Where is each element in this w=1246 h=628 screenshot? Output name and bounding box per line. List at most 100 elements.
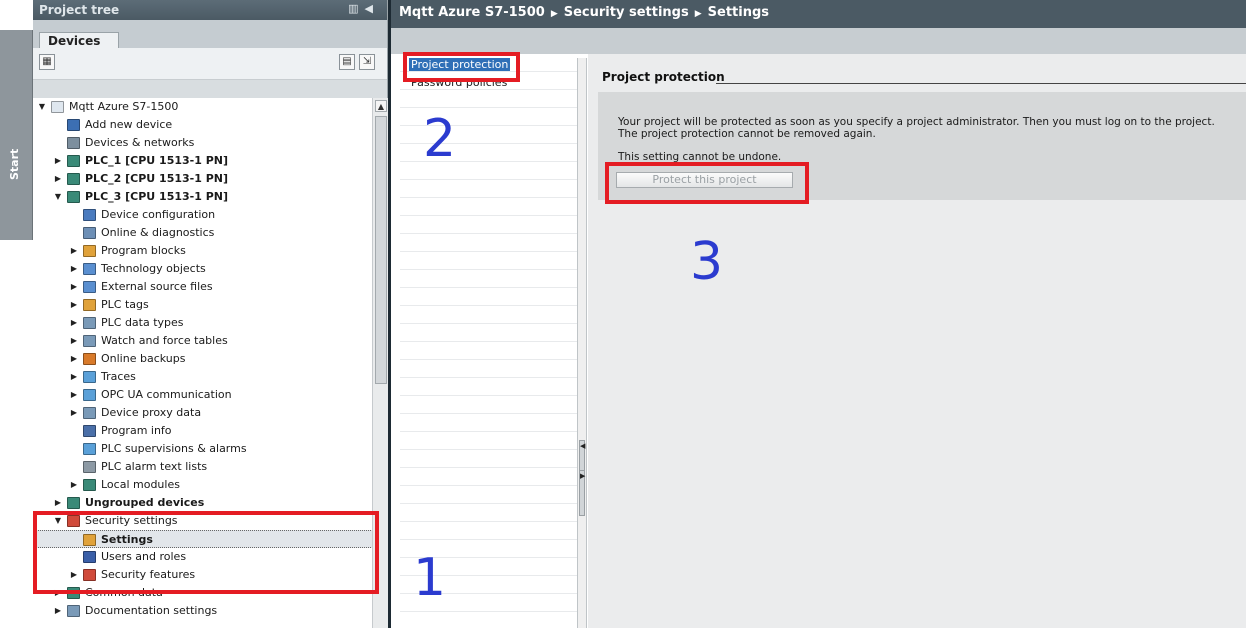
tree-item[interactable]: ▶ OPC UA communication <box>33 386 373 404</box>
tree-item[interactable]: ▶ Watch and force tables <box>33 332 373 350</box>
tree-item-label: PLC alarm text lists <box>101 460 208 473</box>
tree-tabs: Devices <box>33 20 387 50</box>
collapsed-arrow-icon[interactable]: ▶ <box>53 494 63 512</box>
tree-item[interactable]: ▼ Mqtt Azure S7-1500 <box>33 98 373 116</box>
tree-item[interactable]: ▶ Device proxy data <box>33 404 373 422</box>
collapsed-arrow-icon[interactable]: ▶ <box>69 242 79 260</box>
collapsed-arrow-icon[interactable]: ▶ <box>69 314 79 332</box>
tree-item-icon <box>83 245 96 257</box>
panel-divider[interactable] <box>388 0 391 628</box>
scroll-up-icon[interactable]: ▲ <box>375 100 387 112</box>
nav-splitter[interactable]: ◀ ▶ <box>577 58 587 628</box>
tree-item[interactable]: ▶ Documentation settings <box>33 602 373 620</box>
tree-item[interactable]: ▶ PLC data types <box>33 314 373 332</box>
tree-item[interactable]: ▶ PLC_2 [CPU 1513-1 PN] <box>33 170 373 188</box>
collapsed-arrow-icon[interactable]: ▶ <box>69 296 79 314</box>
collapsed-arrow-icon[interactable]: ▶ <box>53 152 63 170</box>
tree-item[interactable]: PLC supervisions & alarms <box>33 440 373 458</box>
tree-item-label: Program blocks <box>101 244 186 257</box>
breadcrumb-settings[interactable]: Settings <box>708 5 769 20</box>
settings-content: Project protection Your project will be … <box>588 54 1246 628</box>
tree-item-icon <box>67 173 80 185</box>
annotation-box-1 <box>33 511 379 594</box>
project-tree-header: Project tree ▥◀ <box>33 0 387 20</box>
tree-item-icon <box>83 407 96 419</box>
tree-item-label: Online backups <box>101 352 186 365</box>
tree-item[interactable]: ▶ External source files <box>33 278 373 296</box>
collapsed-arrow-icon[interactable]: ▶ <box>69 386 79 404</box>
tree-item[interactable]: Devices & networks <box>33 134 373 152</box>
tree-item-icon <box>67 155 80 167</box>
tree-item-label: Watch and force tables <box>101 334 228 347</box>
info-text: Your project will be protected as soon a… <box>618 116 1215 140</box>
tree-item[interactable]: ▶ Ungrouped devices <box>33 494 373 512</box>
tree-item-icon <box>83 317 96 329</box>
expanded-arrow-icon[interactable]: ▼ <box>37 98 47 116</box>
tree-item-icon <box>83 227 96 239</box>
tree-item[interactable]: ▶ PLC tags <box>33 296 373 314</box>
section-title: Project protection <box>602 70 725 84</box>
tree-item[interactable]: ▶ Online backups <box>33 350 373 368</box>
tree-item-label: OPC UA communication <box>101 388 232 401</box>
tree-item[interactable]: Device configuration <box>33 206 373 224</box>
collapsed-arrow-icon[interactable]: ▶ <box>69 368 79 386</box>
tree-item-label: PLC supervisions & alarms <box>101 442 247 455</box>
collapsed-arrow-icon[interactable]: ▶ <box>69 404 79 422</box>
tree-item[interactable]: PLC alarm text lists <box>33 458 373 476</box>
tree-item-icon <box>83 299 96 311</box>
tree-item-label: Local modules <box>101 478 180 491</box>
tree-item-label: Technology objects <box>101 262 206 275</box>
collapse-panel-icon[interactable]: ◀ <box>365 2 379 15</box>
tree-item-icon <box>83 209 96 221</box>
tree-item-icon <box>83 479 96 491</box>
tree-item-label: PLC_1 [CPU 1513-1 PN] <box>85 154 229 167</box>
tree-item-label: PLC_3 [CPU 1513-1 PN] <box>85 190 229 203</box>
expanded-arrow-icon[interactable]: ▼ <box>53 188 63 206</box>
collapsed-arrow-icon[interactable]: ▶ <box>53 170 63 188</box>
collapsed-arrow-icon[interactable]: ▶ <box>53 602 63 620</box>
tree-item-label: External source files <box>101 280 213 293</box>
tree-item-icon <box>83 281 96 293</box>
collapsed-arrow-icon[interactable]: ▶ <box>69 350 79 368</box>
tree-item[interactable]: ▶ Technology objects <box>33 260 373 278</box>
tree-item[interactable]: Program info <box>33 422 373 440</box>
project-tree-title: Project tree <box>39 3 120 17</box>
tree-item[interactable]: ▶ PLC_1 [CPU 1513-1 PN] <box>33 152 373 170</box>
tree-item-label: Documentation settings <box>85 604 218 617</box>
tree-item[interactable]: ▶ Local modules <box>33 476 373 494</box>
collapsed-arrow-icon[interactable]: ▶ <box>69 278 79 296</box>
tree-item-label: Ungrouped devices <box>85 496 205 509</box>
tree-item[interactable]: Online & diagnostics <box>33 224 373 242</box>
annotation-number-2: 2 <box>423 109 457 169</box>
annotation-number-1: 1 <box>413 548 447 608</box>
tree-item[interactable]: ▶ Program blocks <box>33 242 373 260</box>
annotation-box-3 <box>605 162 809 204</box>
collapsed-arrow-icon[interactable]: ▶ <box>69 260 79 278</box>
breadcrumb-security-settings[interactable]: Security settings <box>564 5 689 20</box>
editor-toolbar <box>391 28 1246 54</box>
tree-item[interactable]: Add new device <box>33 116 373 134</box>
tree-view-icon[interactable]: ▦ <box>39 54 55 70</box>
tree-item-icon <box>67 119 80 131</box>
breadcrumb: Mqtt Azure S7-1500 ▶ Security settings ▶ Set… <box>391 0 1246 28</box>
tree-item-label: PLC_2 [CPU 1513-1 PN] <box>85 172 229 185</box>
tree-item-label: Online & diagnostics <box>101 226 215 239</box>
dock-icon[interactable]: ▥ <box>348 2 364 15</box>
scroll-thumb[interactable] <box>375 116 387 384</box>
breadcrumb-project[interactable]: Mqtt Azure S7-1500 <box>399 5 545 20</box>
tree-item-icon <box>67 497 80 509</box>
collapse-right-icon[interactable]: ▶ <box>579 470 585 516</box>
start-tab-label: Start <box>8 148 21 180</box>
tree-item[interactable]: ▶ Traces <box>33 368 373 386</box>
detail-view-icon[interactable]: ▤ <box>339 54 355 70</box>
start-strip: Start <box>0 0 33 628</box>
tree-item-icon <box>83 425 96 437</box>
tree-item-icon <box>67 137 80 149</box>
export-icon[interactable]: ⇲ <box>359 54 375 70</box>
start-tab[interactable]: Start <box>0 30 33 240</box>
collapsed-arrow-icon[interactable]: ▶ <box>69 332 79 350</box>
collapsed-arrow-icon[interactable]: ▶ <box>69 476 79 494</box>
tree-item-label: Mqtt Azure S7-1500 <box>69 100 179 113</box>
tree-item-label: Device proxy data <box>101 406 202 419</box>
tree-item[interactable]: ▼ PLC_3 [CPU 1513-1 PN] <box>33 188 373 206</box>
